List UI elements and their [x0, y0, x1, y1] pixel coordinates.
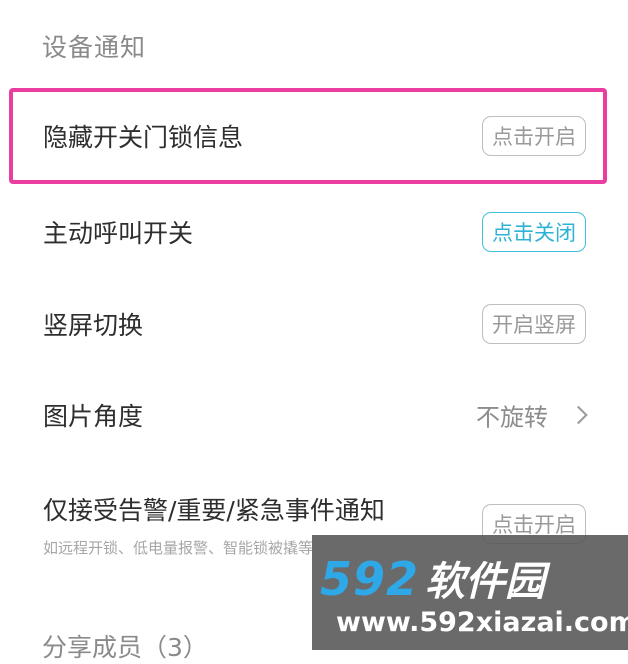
watermark-url: www.592xiazai.com	[336, 607, 628, 638]
section-title-device-notify: 设备通知	[42, 33, 147, 62]
setting-row-image-angle[interactable]: 图片角度 不旋转	[0, 370, 628, 460]
setting-row-active-call: 主动呼叫开关 点击关闭	[0, 187, 628, 277]
watermark-number: 592	[320, 552, 420, 606]
setting-row-portrait-switch: 竖屏切换 开启竖屏	[0, 279, 628, 369]
row-label-active-call: 主动呼叫开关	[43, 219, 194, 248]
setting-row-hide-lock-info: 隐藏开关门锁信息 点击开启	[0, 91, 628, 181]
portrait-switch-button[interactable]: 开启竖屏	[482, 304, 586, 344]
watermark-name: 软件园	[425, 559, 546, 605]
active-call-toggle-button[interactable]: 点击关闭	[482, 212, 586, 252]
hide-lock-info-toggle-button[interactable]: 点击开启	[482, 116, 586, 156]
row-label-image-angle: 图片角度	[43, 402, 144, 431]
section-title-share-members: 分享成员（3）	[42, 633, 208, 662]
row-label-portrait-switch: 竖屏切换	[43, 311, 144, 340]
row-label-hide-lock-info: 隐藏开关门锁信息	[43, 123, 244, 152]
chevron-right-icon	[569, 405, 588, 425]
row-sublabel-critical-notify: 如远程开锁、低电量报警、智能锁被撬等	[43, 539, 314, 557]
row-label-critical-notify: 仅接受告警/重要/紧急事件通知	[43, 496, 385, 525]
watermark-banner: 592 软件园 www.592xiazai.com	[312, 535, 628, 650]
image-angle-value: 不旋转	[476, 403, 548, 432]
